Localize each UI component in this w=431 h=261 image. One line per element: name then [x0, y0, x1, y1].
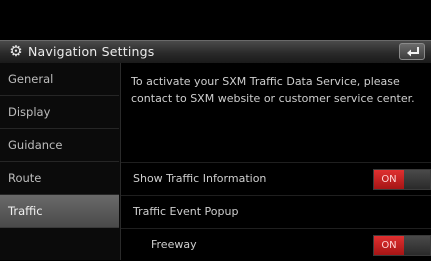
navigation-settings-screen: ⚙ Navigation Settings General Display Gu…	[0, 0, 431, 260]
show-traffic-information-row[interactable]: Show Traffic Information ON	[121, 162, 431, 195]
toggle-on-label: ON	[374, 170, 404, 189]
page-title: Navigation Settings	[28, 44, 155, 59]
freeway-toggle[interactable]: ON	[373, 235, 431, 256]
sidebar-item-traffic[interactable]: Traffic	[0, 195, 119, 228]
traffic-event-popup-row: Traffic Event Popup	[121, 195, 431, 228]
toggle-knob	[404, 170, 430, 189]
back-arrow-icon	[407, 47, 419, 57]
sxm-info-text: To activate your SXM Traffic Data Servic…	[131, 75, 415, 105]
gear-icon: ⚙	[9, 42, 23, 60]
freeway-label: Freeway	[151, 238, 197, 251]
settings-sidebar: General Display Guidance Route Traffic	[0, 63, 121, 260]
sidebar-item-guidance[interactable]: Guidance	[0, 129, 119, 162]
back-button[interactable]	[399, 43, 425, 60]
freeway-row[interactable]: Freeway ON	[121, 228, 431, 261]
sidebar-item-display[interactable]: Display	[0, 96, 119, 129]
show-traffic-information-label: Show Traffic Information	[133, 172, 267, 185]
sidebar-item-route[interactable]: Route	[0, 162, 119, 195]
title-bar: ⚙ Navigation Settings	[0, 40, 431, 64]
show-traffic-information-toggle[interactable]: ON	[373, 169, 431, 190]
toggle-on-label: ON	[374, 236, 404, 255]
settings-content: To activate your SXM Traffic Data Servic…	[121, 63, 431, 260]
toggle-knob	[404, 236, 430, 255]
traffic-event-popup-label: Traffic Event Popup	[133, 205, 239, 218]
sidebar-item-general[interactable]: General	[0, 63, 119, 96]
